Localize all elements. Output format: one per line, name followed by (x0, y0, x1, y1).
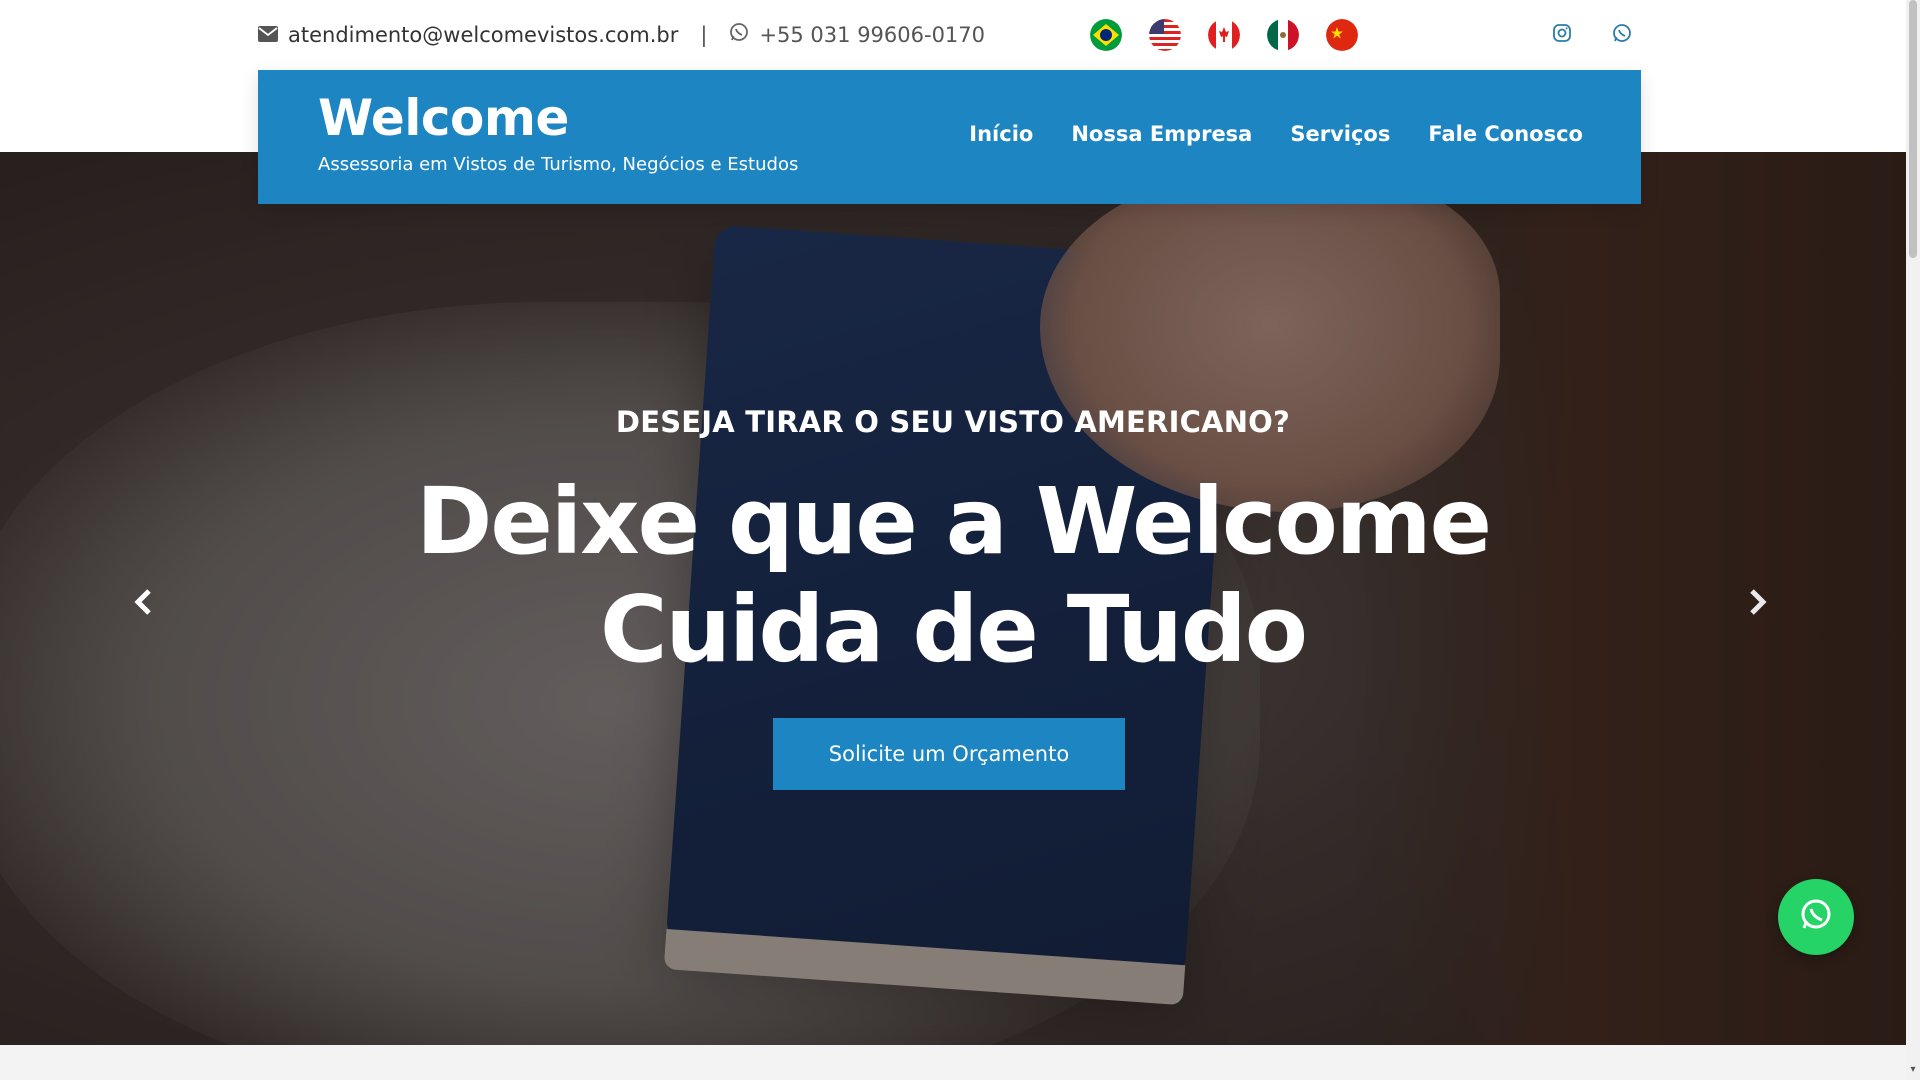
whatsapp-icon (729, 22, 749, 47)
hero-headline-line2: Cuida de Tudo (599, 576, 1308, 683)
whatsapp-icon[interactable] (1612, 23, 1634, 45)
nav-item-fale-conosco[interactable]: Fale Conosco (1428, 122, 1583, 146)
brand[interactable]: Welcome Assessoria em Vistos de Turismo,… (318, 90, 798, 175)
request-quote-button[interactable]: Solicite um Orçamento (773, 718, 1125, 790)
instagram-icon[interactable] (1552, 23, 1574, 45)
social-links (1552, 23, 1634, 45)
next-section (0, 1045, 1906, 1080)
separator: | (700, 22, 708, 47)
hero-content: DESEJA TIRAR O SEU VISTO AMERICANO? Deix… (0, 152, 1906, 1045)
hero-headline: Deixe que a Welcome Cuida de Tudo (0, 468, 1906, 684)
china-flag[interactable] (1326, 19, 1358, 51)
contact-info: atendimento@welcomevistos.com.br | +55 0… (258, 22, 985, 47)
canada-flag[interactable] (1208, 19, 1240, 51)
nav-item-servicos[interactable]: Serviços (1290, 122, 1390, 146)
scrollbar-thumb[interactable] (1909, 0, 1917, 258)
whatsapp-float-button[interactable] (1778, 879, 1854, 955)
scroll-down-icon[interactable]: ▾ (1908, 1064, 1918, 1076)
nav-item-nossa-empresa[interactable]: Nossa Empresa (1071, 122, 1252, 146)
phone-link[interactable]: +55 031 99606-0170 (759, 23, 985, 47)
chevron-left-icon[interactable] (124, 582, 164, 622)
usa-flag[interactable] (1149, 19, 1181, 51)
hero-headline-line1: Deixe que a Welcome (415, 468, 1492, 575)
scrollbar[interactable]: ▾ (1906, 0, 1920, 1080)
whatsapp-icon (1798, 897, 1834, 937)
top-bar: atendimento@welcomevistos.com.br | +55 0… (0, 0, 1906, 70)
email-link[interactable]: atendimento@welcomevistos.com.br (288, 23, 678, 47)
mexico-flag[interactable] (1267, 19, 1299, 51)
hero-eyebrow: DESEJA TIRAR O SEU VISTO AMERICANO? (615, 405, 1291, 439)
chevron-right-icon[interactable] (1737, 582, 1777, 622)
brand-name: Welcome (318, 89, 569, 147)
nav-item-inicio[interactable]: Início (969, 122, 1033, 146)
envelope-icon (258, 23, 278, 47)
site-header: Welcome Assessoria em Vistos de Turismo,… (258, 70, 1641, 204)
brazil-flag[interactable] (1090, 19, 1122, 51)
brand-tagline: Assessoria em Vistos de Turismo, Negócio… (318, 154, 799, 175)
hero-slider: DESEJA TIRAR O SEU VISTO AMERICANO? Deix… (0, 152, 1906, 1045)
main-nav: Início Nossa Empresa Serviços Fale Conos… (969, 122, 1583, 146)
language-flags (1090, 19, 1358, 51)
